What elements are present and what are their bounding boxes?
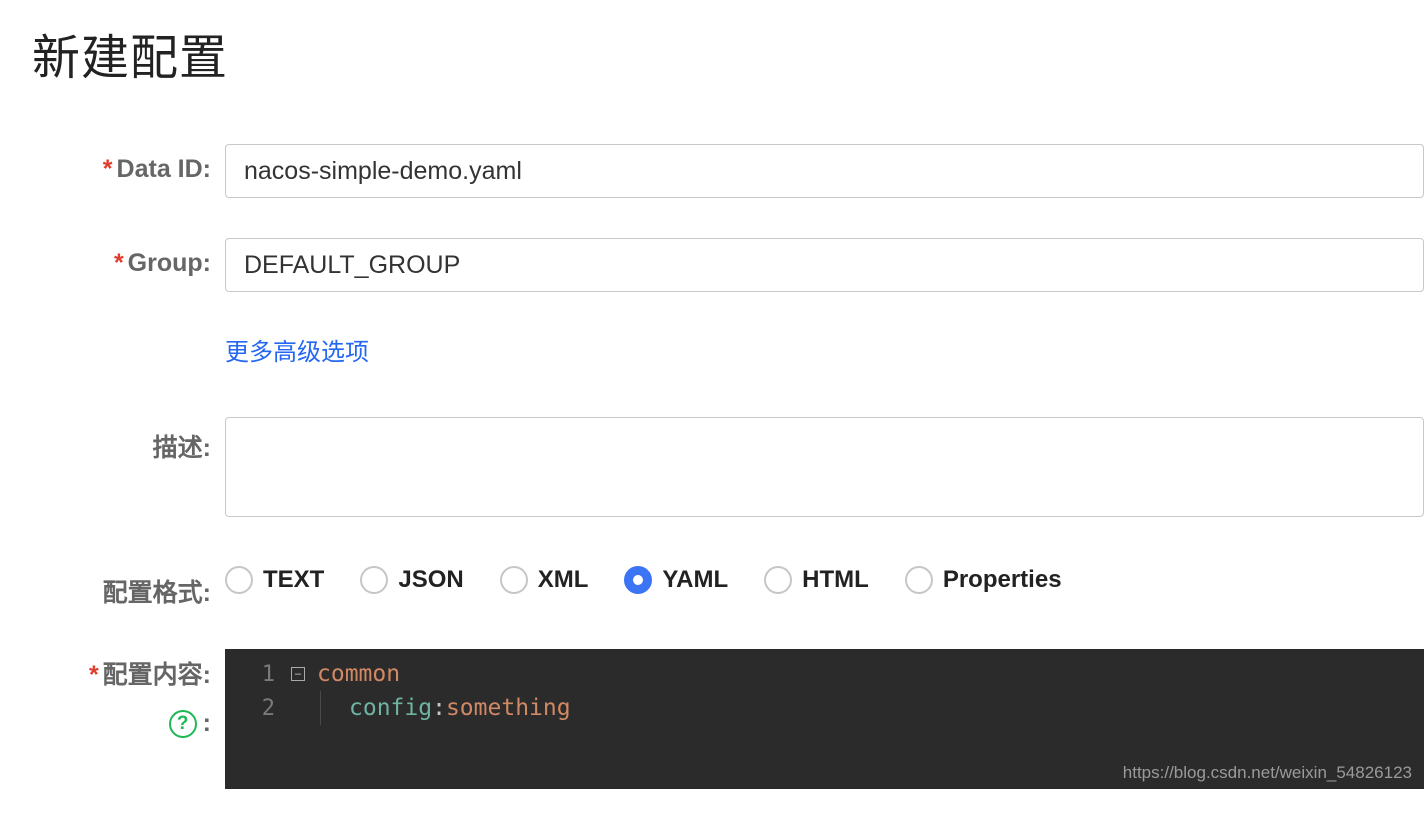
line-number: 2 <box>225 696 285 721</box>
format-radio-group: TEXT JSON XML YAML HTML Properties <box>225 562 1424 594</box>
radio-label: Properties <box>943 566 1062 594</box>
row-content: *配置内容: ? : 1−common 2 config: something htt… <box>0 649 1424 789</box>
config-form: *Data ID: *Group: 更多高级选项 描述: 配置格式: <box>0 144 1424 789</box>
label-group-text: Group: <box>128 249 211 277</box>
row-group: *Group: <box>0 238 1424 292</box>
code-line: 2 config: something <box>225 691 1424 725</box>
row-description: 描述: <box>0 417 1424 522</box>
radio-circle-icon <box>225 566 253 594</box>
row-data-id: *Data ID: <box>0 144 1424 198</box>
required-marker: * <box>103 155 113 183</box>
radio-circle-icon <box>905 566 933 594</box>
help-icon[interactable]: ? <box>169 710 197 738</box>
radio-label: XML <box>538 566 589 594</box>
data-id-input[interactable] <box>225 144 1424 198</box>
label-data-id: *Data ID: <box>0 144 225 184</box>
radio-circle-icon <box>500 566 528 594</box>
label-content: *配置内容: <box>0 649 225 691</box>
description-textarea[interactable] <box>225 417 1424 517</box>
label-content-text: 配置内容: <box>103 661 211 689</box>
radio-label: TEXT <box>263 566 324 594</box>
radio-circle-icon <box>764 566 792 594</box>
page-title: 新建配置 <box>0 0 1424 88</box>
radio-circle-icon <box>624 566 652 594</box>
radio-label: YAML <box>662 566 728 594</box>
code-token: : <box>432 695 446 721</box>
format-radio-text[interactable]: TEXT <box>225 566 324 594</box>
format-radio-html[interactable]: HTML <box>764 566 869 594</box>
code-token: common <box>317 661 400 687</box>
help-row: ? : <box>0 709 225 738</box>
format-radio-xml[interactable]: XML <box>500 566 589 594</box>
label-description: 描述: <box>0 417 225 464</box>
label-format-text: 配置格式: <box>103 579 211 607</box>
radio-label: JSON <box>398 566 463 594</box>
watermark: https://blog.csdn.net/weixin_54826123 <box>1123 763 1412 783</box>
label-group: *Group: <box>0 238 225 278</box>
line-number: 1 <box>225 662 285 687</box>
row-format: 配置格式: TEXT JSON XML YAML HTML Properties <box>0 562 1424 609</box>
help-colon: : <box>203 709 211 738</box>
required-marker: * <box>114 249 124 277</box>
radio-label: HTML <box>802 566 869 594</box>
code-token: something <box>446 695 571 721</box>
code-token: config <box>349 695 432 721</box>
group-input[interactable] <box>225 238 1424 292</box>
advanced-options-link[interactable]: 更多高级选项 <box>225 332 369 367</box>
row-advanced: 更多高级选项 <box>0 332 1424 367</box>
format-radio-yaml[interactable]: YAML <box>624 566 728 594</box>
fold-toggle-icon[interactable]: − <box>291 667 305 681</box>
indent-guide <box>320 691 321 725</box>
required-marker: * <box>89 661 99 689</box>
label-description-text: 描述: <box>153 434 211 462</box>
format-radio-properties[interactable]: Properties <box>905 566 1062 594</box>
code-line: 1−common <box>225 657 1424 691</box>
content-code-editor[interactable]: 1−common 2 config: something https://blog.c… <box>225 649 1424 789</box>
format-radio-json[interactable]: JSON <box>360 566 463 594</box>
label-format: 配置格式: <box>0 562 225 609</box>
radio-circle-icon <box>360 566 388 594</box>
label-data-id-text: Data ID: <box>117 155 211 183</box>
